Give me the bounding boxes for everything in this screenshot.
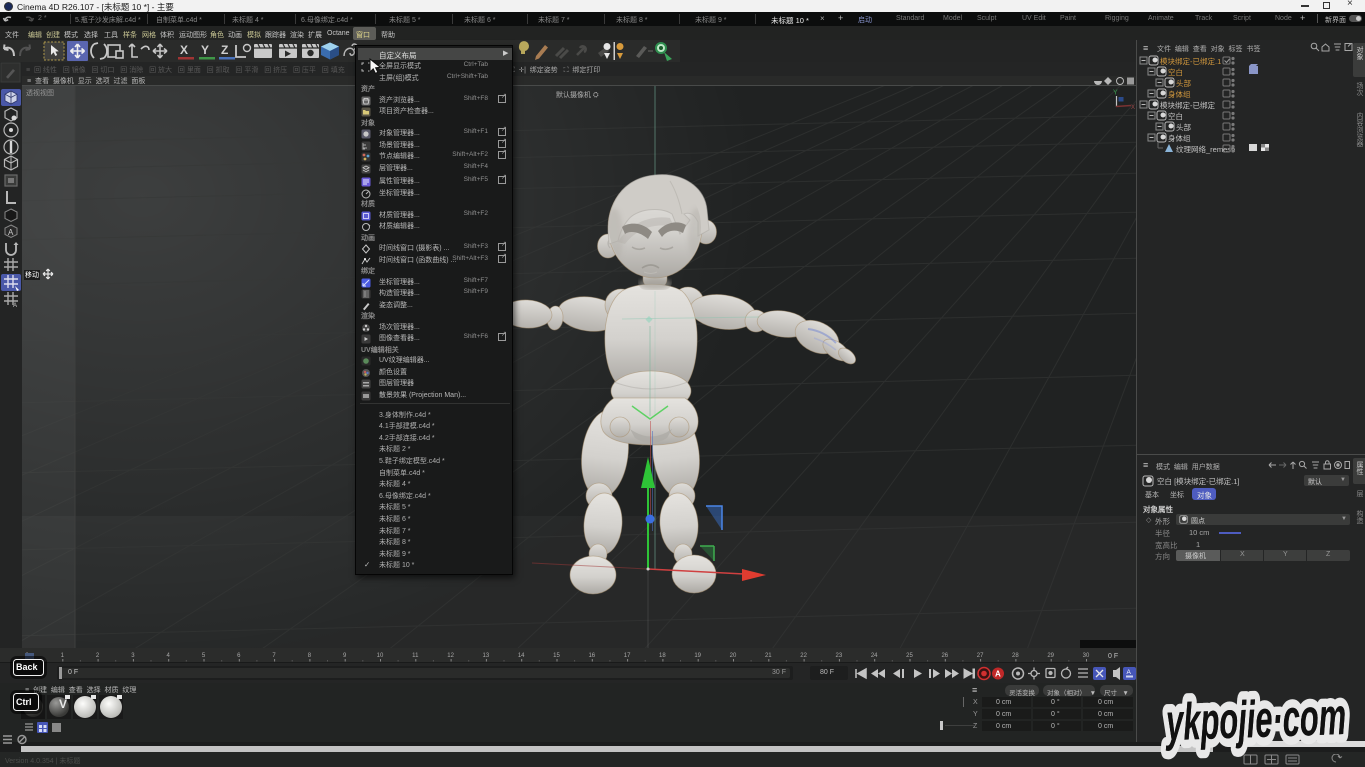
svg-text:18: 18	[659, 653, 666, 659]
svg-text:8: 8	[308, 653, 312, 659]
svg-text:29: 29	[1047, 653, 1054, 659]
svg-text:25: 25	[906, 653, 913, 659]
svg-text:4: 4	[167, 653, 171, 659]
svg-text:17: 17	[624, 653, 631, 659]
svg-text:A: A	[1127, 669, 1132, 676]
svg-text:身体组: 身体组	[1168, 89, 1191, 99]
svg-text:10: 10	[377, 653, 384, 659]
svg-text:模块绑定-已绑定: 模块绑定-已绑定	[1160, 100, 1215, 110]
svg-text:空白: 空白	[1168, 111, 1183, 121]
svg-text:12: 12	[447, 653, 454, 659]
svg-text:26: 26	[941, 653, 948, 659]
svg-text:3: 3	[131, 653, 135, 659]
svg-text:身体组: 身体组	[1168, 133, 1191, 143]
svg-text:24: 24	[871, 653, 878, 659]
svg-text:Y: Y	[201, 43, 209, 57]
svg-text:X: X	[1131, 105, 1135, 111]
svg-text:15: 15	[553, 653, 560, 659]
svg-text:2: 2	[96, 653, 100, 659]
svg-text:头部: 头部	[1176, 122, 1192, 132]
svg-text:5: 5	[202, 653, 206, 659]
svg-text:头部: 头部	[1176, 78, 1192, 88]
svg-text:1: 1	[61, 653, 65, 659]
svg-text:28: 28	[1012, 653, 1019, 659]
svg-text:A: A	[995, 670, 1001, 679]
svg-text:6: 6	[237, 653, 241, 659]
svg-text:19: 19	[694, 653, 701, 659]
svg-text:22: 22	[800, 653, 807, 659]
svg-text:7: 7	[272, 653, 276, 659]
svg-text:空白: 空白	[1168, 67, 1183, 77]
svg-text:13: 13	[483, 653, 490, 659]
svg-text:14: 14	[518, 653, 525, 659]
svg-text:30: 30	[1083, 653, 1090, 659]
svg-text:模块绑定-已绑定.1: 模块绑定-已绑定.1	[1160, 56, 1221, 66]
svg-text:Z: Z	[221, 43, 228, 57]
svg-text:21: 21	[765, 653, 772, 659]
svg-text:20: 20	[730, 653, 737, 659]
svg-text:ykpojie·com: ykpojie·com	[1163, 688, 1347, 752]
svg-text:9: 9	[343, 653, 347, 659]
svg-text:A: A	[8, 228, 14, 237]
svg-text:27: 27	[977, 653, 984, 659]
svg-text:23: 23	[836, 653, 843, 659]
svg-text:11: 11	[412, 653, 419, 659]
svg-text:16: 16	[588, 653, 595, 659]
svg-text:X: X	[180, 43, 188, 57]
svg-text:Y: Y	[1113, 90, 1118, 97]
svg-text:A: A	[13, 303, 17, 309]
